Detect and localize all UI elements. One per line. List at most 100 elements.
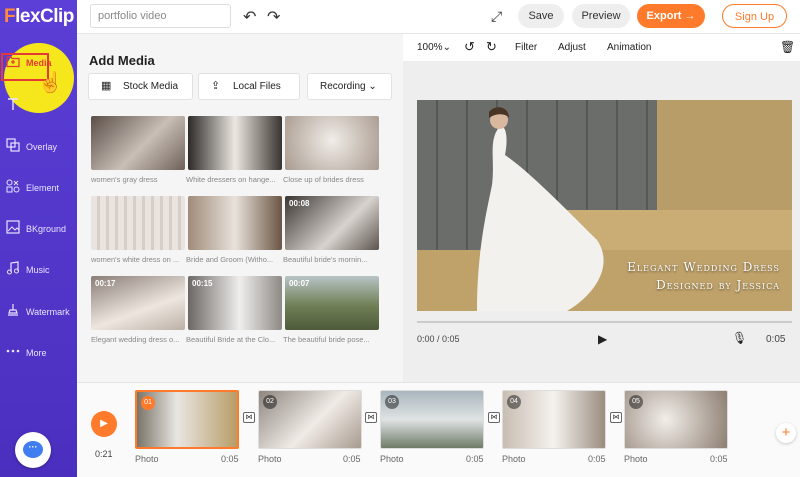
export-button[interactable]: Export → xyxy=(637,4,705,28)
sidebar-item-label: Text xyxy=(26,101,43,111)
total-duration: 0:05 xyxy=(766,334,786,345)
animation-button[interactable]: Animation xyxy=(607,42,651,53)
media-thumbnail[interactable] xyxy=(91,116,185,170)
text-t-icon xyxy=(8,98,18,110)
fullscreen-icon[interactable]: ⤢ xyxy=(491,8,502,25)
chat-support-button[interactable]: ··· xyxy=(15,432,51,468)
media-caption: Close up of brides dress xyxy=(283,175,364,184)
transition-icon[interactable]: ⋈ xyxy=(610,412,622,423)
media-caption: Beautiful Bride at the Clo... xyxy=(186,335,276,344)
microphone-icon[interactable]: 🎙 xyxy=(732,331,747,345)
sidebar-item-watermark[interactable]: Watermark xyxy=(0,299,77,339)
rotate-right-icon[interactable]: ↻ xyxy=(486,39,497,55)
media-duration: 00:08 xyxy=(289,199,310,208)
play-icon[interactable]: ▶ xyxy=(598,332,607,346)
sidebar-item-label: Element xyxy=(26,183,60,193)
undo-icon[interactable]: ↶ xyxy=(243,7,256,27)
media-thumbnail[interactable]: 00:15 xyxy=(188,276,282,330)
clip-number: 01 xyxy=(141,396,155,410)
media-thumbnail[interactable]: 00:07 xyxy=(285,276,379,330)
progress-scrubber[interactable] xyxy=(417,321,792,323)
media-thumbnail[interactable] xyxy=(91,196,185,250)
timeline-clip[interactable]: 04 xyxy=(502,390,606,449)
redo-icon[interactable]: ↷ xyxy=(267,7,280,27)
rotate-left-icon[interactable]: ↺ xyxy=(464,39,475,55)
video-caption-line2[interactable]: Designed by Jessica xyxy=(656,278,780,292)
clip-number: 04 xyxy=(507,395,521,409)
preview-button[interactable]: Preview xyxy=(572,4,630,28)
delete-trash-icon[interactable]: 🗑 xyxy=(780,40,795,54)
media-caption: Bride and Groom (Witho... xyxy=(186,255,274,264)
timeline-clip[interactable]: 01 xyxy=(135,390,239,449)
clip-number: 05 xyxy=(629,395,643,409)
sidebar-item-element[interactable]: Element xyxy=(0,175,77,215)
media-duration: 00:07 xyxy=(289,279,310,288)
clip-duration: 0:05 xyxy=(343,454,361,464)
transition-icon[interactable]: ⋈ xyxy=(243,412,255,423)
video-canvas[interactable]: Elegant Wedding Dress Designed by Jessic… xyxy=(417,100,792,311)
sidebar-item-text[interactable]: Text xyxy=(0,93,77,133)
current-time: 0:00 / 0:05 xyxy=(417,334,460,344)
adjust-button[interactable]: Adjust xyxy=(558,42,586,53)
transition-icon[interactable]: ⋈ xyxy=(365,412,377,423)
sidebar-item-label: Overlay xyxy=(26,142,58,152)
sidebar-item-label: BKground xyxy=(26,224,67,234)
media-duration: 00:17 xyxy=(95,279,116,288)
sidebar-item-bkground[interactable]: BKground xyxy=(0,216,77,256)
timeline-clip[interactable]: 05 xyxy=(624,390,728,449)
timeline-play-button[interactable]: ▶ xyxy=(91,411,117,437)
clip-number: 03 xyxy=(385,395,399,409)
flexclip-editor: FlexClip Media ☝ Text Overlay Element BK… xyxy=(0,0,800,477)
media-thumbnail[interactable] xyxy=(188,116,282,170)
clip-type: Photo xyxy=(258,454,282,464)
clip-duration: 0:05 xyxy=(221,454,239,464)
music-note-icon xyxy=(7,261,19,275)
media-thumbnail[interactable] xyxy=(285,116,379,170)
sidebar-item-label: Watermark xyxy=(26,307,70,317)
media-caption: Beautiful bride's mornin... xyxy=(283,255,368,264)
filter-button[interactable]: Filter xyxy=(515,42,537,53)
zoom-dropdown[interactable]: 100%⌄ xyxy=(417,42,451,53)
preview-toolbar: 100%⌄ ↺ ↻ Filter Adjust Animation 🗑 xyxy=(403,34,800,62)
local-files-label: Local Files xyxy=(233,81,281,92)
stock-media-label: Stock Media xyxy=(123,81,179,92)
chat-bubble-icon: ··· xyxy=(23,441,43,458)
local-files-button[interactable]: ⇪ Local Files xyxy=(198,73,300,100)
save-button[interactable]: Save xyxy=(518,4,564,28)
stock-media-button[interactable]: ▦ Stock Media xyxy=(88,73,193,100)
transition-icon[interactable]: ⋈ xyxy=(488,412,500,423)
timeline-clip[interactable]: 03 xyxy=(380,390,484,449)
sidebar-item-label: More xyxy=(26,348,47,358)
media-caption: Elegant wedding dress o... xyxy=(91,335,180,344)
project-name-input[interactable]: portfolio video xyxy=(90,4,231,28)
clip-duration: 0:05 xyxy=(588,454,606,464)
video-caption-line1[interactable]: Elegant Wedding Dress xyxy=(627,260,780,274)
media-thumbnail[interactable]: 00:17 xyxy=(91,276,185,330)
sidebar-item-label: Music xyxy=(26,265,50,275)
sign-up-button[interactable]: Sign Up xyxy=(722,4,787,28)
clip-duration: 0:05 xyxy=(466,454,484,464)
timeline-total-time: 0:21 xyxy=(95,449,113,459)
media-thumbnail[interactable]: 00:08 xyxy=(285,196,379,250)
media-thumbnail[interactable] xyxy=(188,196,282,250)
recording-dropdown[interactable]: Recording ⌄ xyxy=(307,73,392,100)
background-icon xyxy=(6,220,20,234)
clip-type: Photo xyxy=(135,454,159,464)
media-duration: 00:15 xyxy=(192,279,213,288)
panel-title: Add Media xyxy=(89,53,155,68)
sidebar-item-more[interactable]: More xyxy=(0,340,77,380)
top-bar: portfolio video ↶ ↷ ⤢ Save Preview Expor… xyxy=(77,0,800,34)
clip-type: Photo xyxy=(502,454,526,464)
timeline-clip[interactable]: 02 xyxy=(258,390,362,449)
flexclip-logo[interactable]: FlexClip xyxy=(4,6,74,28)
watermark-icon xyxy=(8,304,18,316)
sidebar: FlexClip Media ☝ Text Overlay Element BK… xyxy=(0,0,77,477)
sidebar-item-music[interactable]: Music xyxy=(0,257,77,297)
more-dots-icon xyxy=(6,349,20,353)
sidebar-item-overlay[interactable]: Overlay xyxy=(0,134,77,174)
clip-duration: 0:05 xyxy=(710,454,728,464)
add-clip-button[interactable]: + xyxy=(776,423,796,443)
media-caption: women's gray dress xyxy=(91,175,158,184)
clip-type: Photo xyxy=(380,454,404,464)
sidebar-item-label: Media xyxy=(26,58,52,68)
